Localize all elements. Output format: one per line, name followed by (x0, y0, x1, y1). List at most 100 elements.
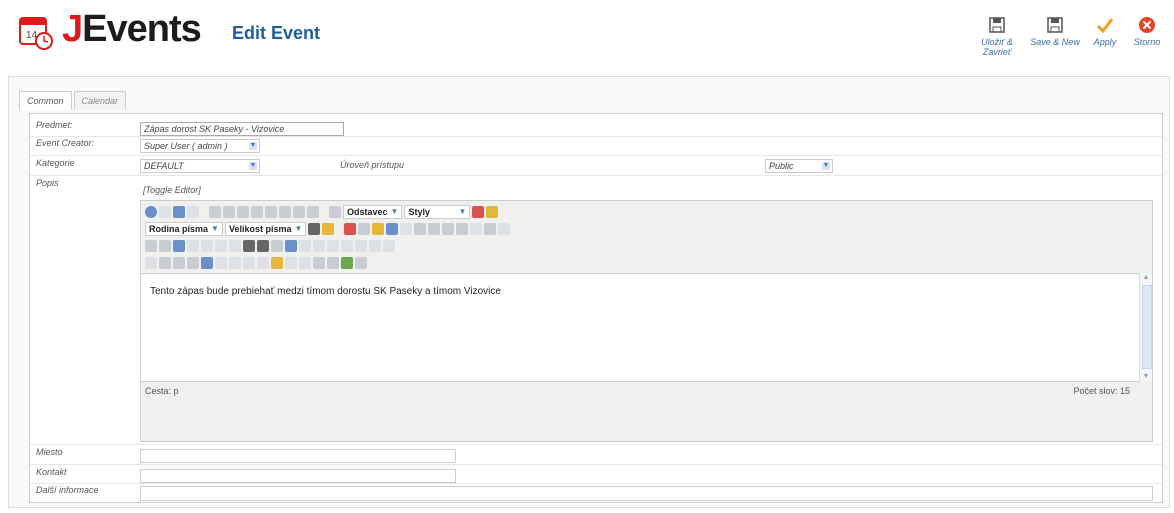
apply-button[interactable]: Apply (1086, 16, 1124, 57)
indent-icon[interactable] (386, 223, 399, 235)
style-props-icon[interactable] (257, 257, 269, 269)
column-icon[interactable] (313, 240, 325, 252)
toolbar: Uložiť & Zavrieť Save & New Apply Storno (970, 16, 1166, 57)
cancel-button[interactable]: Storno (1128, 16, 1166, 57)
align-left-icon[interactable] (265, 206, 277, 218)
insert-layer-icon[interactable] (285, 257, 297, 269)
tab-calendar[interactable]: Calendar (73, 91, 127, 110)
copy-icon[interactable] (358, 223, 371, 235)
editor-toolbar-row (145, 255, 367, 271)
italic-icon[interactable] (223, 206, 235, 218)
insert-date-icon[interactable] (271, 257, 283, 269)
align-justify-icon[interactable] (307, 206, 319, 218)
location-label: Miesto (36, 447, 63, 457)
format-value: Odstavec (347, 207, 388, 217)
outdent-icon[interactable] (400, 223, 413, 235)
font-size-select[interactable]: Velikost písma ▼ (224, 222, 307, 236)
save-close-button[interactable]: Uložiť & Zavrieť (970, 16, 1024, 57)
replace-icon[interactable] (271, 240, 283, 252)
contact-input[interactable] (140, 469, 456, 483)
undo-icon[interactable] (173, 206, 185, 218)
merge-icon[interactable] (341, 240, 353, 252)
superscript-icon[interactable] (456, 223, 469, 235)
visual-aid-icon[interactable] (145, 257, 157, 269)
preview-icon[interactable] (327, 257, 339, 269)
spellcheck-icon[interactable] (201, 257, 213, 269)
image-icon[interactable] (215, 240, 227, 252)
bold-icon[interactable] (209, 206, 221, 218)
creator-select[interactable]: Super User ( admin ) ▼ (140, 139, 260, 153)
pilcrow-icon[interactable] (159, 257, 171, 269)
editor-scrollbar[interactable]: ▲ ▼ (1139, 273, 1152, 382)
blockquote-icon[interactable] (329, 206, 341, 218)
print-icon[interactable] (243, 240, 255, 252)
redo-icon[interactable] (187, 206, 199, 218)
cut-icon[interactable] (344, 223, 357, 235)
highlight-icon[interactable] (322, 223, 335, 235)
cleanup-icon[interactable] (486, 206, 499, 218)
template-icon[interactable] (187, 240, 199, 252)
paragraph-rtl-icon[interactable] (159, 240, 171, 252)
source-icon[interactable] (355, 257, 367, 269)
paste-icon[interactable] (372, 223, 385, 235)
nbsp-icon[interactable] (215, 257, 227, 269)
subscript-icon[interactable] (442, 223, 455, 235)
subject-input[interactable]: Zápas dorost SK Paseky - Vizovice (140, 122, 344, 136)
emotions-icon[interactable] (299, 257, 311, 269)
paragraph-ltr-icon[interactable] (145, 240, 157, 252)
chevron-down-icon: ▼ (458, 207, 467, 216)
new-document-icon[interactable] (159, 206, 171, 218)
divider (30, 483, 1162, 484)
text-color-icon[interactable] (308, 223, 321, 235)
layer-icon[interactable] (201, 240, 213, 252)
align-right-icon[interactable] (293, 206, 305, 218)
split-icon[interactable] (355, 240, 367, 252)
citation-icon[interactable] (173, 257, 185, 269)
delete-row-icon[interactable] (369, 240, 381, 252)
save-icon (989, 17, 1005, 33)
divider (30, 155, 1162, 156)
scroll-up-icon[interactable]: ▲ (1140, 273, 1152, 283)
toggle-editor-link[interactable]: [Toggle Editor] (143, 185, 201, 195)
remove-format-icon[interactable] (470, 223, 483, 235)
abbr-icon[interactable] (187, 257, 199, 269)
pagebreak-icon[interactable] (229, 257, 241, 269)
underline-icon[interactable] (237, 206, 249, 218)
fullscreen-icon[interactable] (313, 257, 325, 269)
special-char-icon[interactable] (484, 223, 497, 235)
save-new-button[interactable]: Save & New (1028, 16, 1082, 57)
font-family-select[interactable]: Rodina písma ▼ (145, 222, 223, 236)
category-select[interactable]: DEFAULT ▼ (140, 159, 260, 173)
font-size-value: Velikost písma (228, 224, 292, 234)
format-select[interactable]: Odstavec ▼ (343, 205, 403, 219)
unordered-list-icon[interactable] (428, 223, 441, 235)
ordered-list-icon[interactable] (414, 223, 427, 235)
scroll-down-icon[interactable]: ▼ (1140, 372, 1152, 382)
access-select[interactable]: Public ▼ (765, 159, 833, 173)
cell-icon[interactable] (327, 240, 339, 252)
calendar-clock-icon: 14 (19, 17, 53, 50)
align-center-icon[interactable] (279, 206, 291, 218)
row-icon[interactable] (299, 240, 311, 252)
media-icon[interactable] (173, 240, 185, 252)
delete-col-icon[interactable] (383, 240, 395, 252)
horizontal-rule-icon[interactable] (498, 223, 511, 235)
insert-link-icon[interactable] (341, 257, 353, 269)
tab-common[interactable]: Common (19, 91, 72, 110)
attribs-icon[interactable] (243, 257, 255, 269)
cancel-label: Storno (1133, 37, 1161, 47)
brand-name: Events (82, 8, 202, 50)
editor-content-area[interactable]: Tento zápas bude prebiehať medzi tímom d… (141, 273, 1139, 382)
eraser-icon[interactable] (472, 206, 485, 218)
location-input[interactable] (140, 449, 456, 463)
table-icon[interactable] (285, 240, 297, 252)
extra-info-textarea[interactable] (140, 486, 1153, 501)
anchor-icon[interactable] (229, 240, 241, 252)
find-icon[interactable] (257, 240, 269, 252)
scrollbar-thumb[interactable] (1142, 285, 1152, 369)
strikethrough-icon[interactable] (251, 206, 263, 218)
divider (30, 136, 1162, 137)
style-select[interactable]: Styly ▼ (404, 205, 471, 219)
help-icon[interactable] (145, 206, 157, 218)
chevron-down-icon: ▼ (249, 142, 257, 150)
